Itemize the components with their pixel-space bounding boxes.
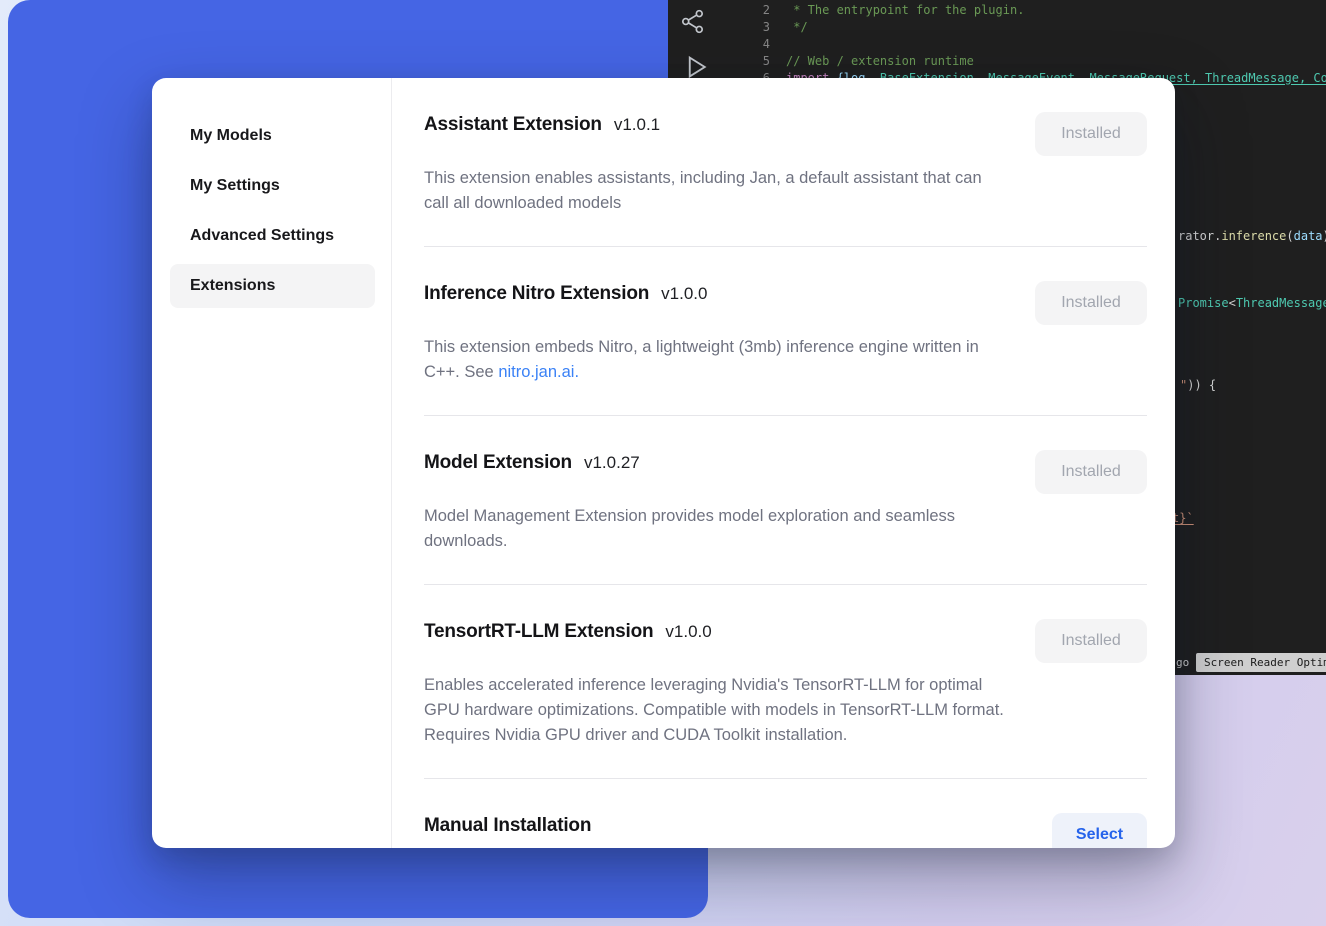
extension-name: Inference Nitro Extension	[424, 281, 649, 307]
extension-version: v1.0.1	[614, 112, 660, 138]
code-line: 3 */	[716, 18, 1326, 35]
extension-row-assistant: Assistant Extension v1.0.1 Installed Thi…	[424, 78, 1147, 246]
extension-description: Enables accelerated inference leveraging…	[424, 673, 1004, 748]
extension-description: This extension enables assistants, inclu…	[424, 166, 1004, 216]
code-text: * The entrypoint for the plugin.	[786, 3, 1024, 17]
extension-row-nitro: Inference Nitro Extension v1.0.0 Install…	[424, 246, 1147, 415]
manual-installation-title: Manual Installation	[424, 813, 591, 839]
line-number: 3	[716, 20, 786, 34]
line-number: 4	[716, 37, 786, 51]
settings-sidebar: My Models My Settings Advanced Settings …	[152, 78, 392, 848]
extension-name: Model Extension	[424, 450, 572, 476]
code-line: 2 * The entrypoint for the plugin.	[716, 1, 1326, 18]
code-fragment: Promise<ThreadMessage>	[1178, 296, 1326, 310]
extension-description: This extension embeds Nitro, a lightweig…	[424, 335, 1004, 385]
code-line: 4	[716, 35, 1326, 52]
select-file-button[interactable]: Select	[1052, 813, 1147, 848]
sidebar-item-my-models[interactable]: My Models	[170, 114, 375, 158]
installed-button[interactable]: Installed	[1035, 619, 1147, 663]
code-fragment: rator.inference(data));	[1178, 229, 1326, 243]
code-text: // Web / extension runtime	[786, 54, 974, 68]
extension-version: v1.0.0	[665, 619, 711, 645]
screen-reader-notice[interactable]: Screen Reader Optimize	[1196, 653, 1326, 672]
extension-description: Model Management Extension provides mode…	[424, 504, 969, 554]
status-text: go	[1176, 656, 1189, 669]
code-fragment: t}`	[1172, 511, 1194, 525]
settings-modal: My Models My Settings Advanced Settings …	[152, 78, 1175, 848]
extension-name: TensortRT-LLM Extension	[424, 619, 653, 645]
code-text: */	[786, 20, 808, 34]
share-icon[interactable]	[679, 8, 706, 38]
sidebar-item-extensions[interactable]: Extensions	[170, 264, 375, 308]
code-area: 2 * The entrypoint for the plugin. 3 */ …	[716, 1, 1326, 86]
installed-button[interactable]: Installed	[1035, 112, 1147, 156]
line-number: 2	[716, 3, 786, 17]
installed-button[interactable]: Installed	[1035, 281, 1147, 325]
code-line: 5 // Web / extension runtime	[716, 52, 1326, 69]
extension-version: v1.0.27	[584, 450, 640, 476]
installed-button[interactable]: Installed	[1035, 450, 1147, 494]
extension-name: Assistant Extension	[424, 112, 602, 138]
code-fragment: ")) {	[1180, 378, 1216, 392]
desktop-background: 2 * The entrypoint for the plugin. 3 */ …	[0, 0, 1326, 926]
nitro-jan-ai-link[interactable]: nitro.jan.ai.	[498, 363, 579, 381]
extension-row-model: Model Extension v1.0.27 Installed Model …	[424, 415, 1147, 584]
line-number: 5	[716, 54, 786, 68]
manual-installation-row: Manual Installation Select Select an ext…	[424, 778, 1147, 848]
extension-version: v1.0.0	[661, 281, 707, 307]
extension-row-tensorrt: TensortRT-LLM Extension v1.0.0 Installed…	[424, 584, 1147, 778]
sidebar-item-my-settings[interactable]: My Settings	[170, 164, 375, 208]
extensions-panel: Assistant Extension v1.0.1 Installed Thi…	[392, 78, 1175, 848]
sidebar-item-advanced-settings[interactable]: Advanced Settings	[170, 214, 375, 258]
